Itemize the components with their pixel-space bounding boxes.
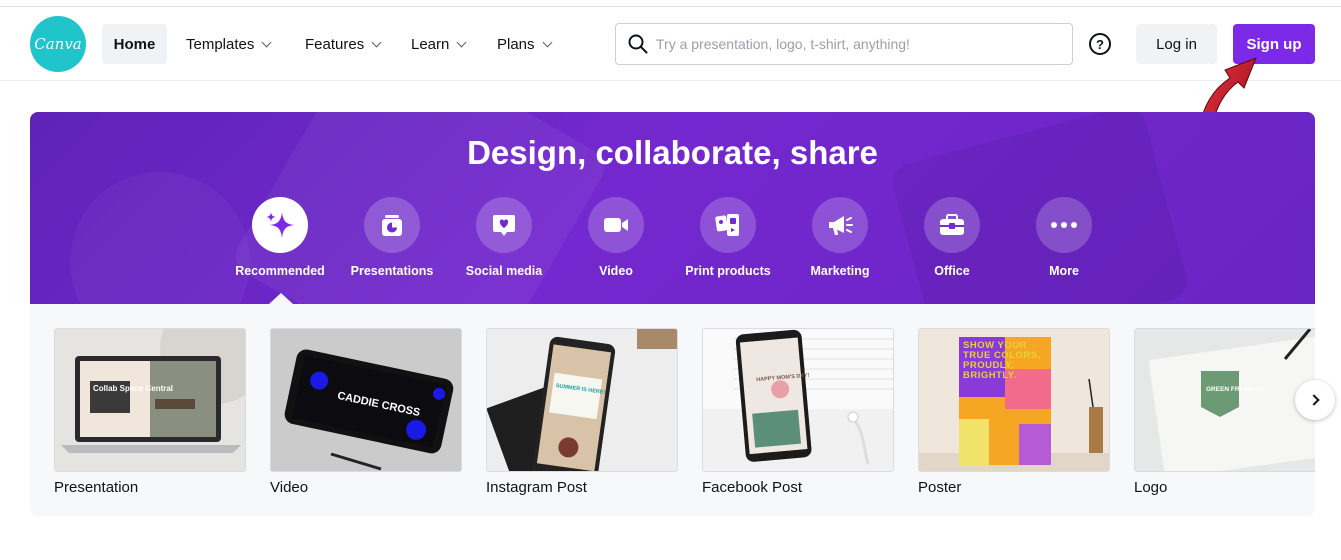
canva-logo[interactable]: Canva [30, 16, 86, 72]
instagram-mockup-image: SUMMER IS HERE! [487, 329, 677, 471]
template-card-video[interactable]: CADDIE CROSS Video [270, 328, 462, 496]
category-label: Recommended [235, 264, 325, 278]
template-label: Video [270, 479, 309, 496]
template-label: Presentation [54, 479, 139, 496]
category-office[interactable]: Office [896, 197, 1008, 278]
print-products-icon [715, 214, 739, 236]
template-thumbnail[interactable]: HAPPY MOM'S DAY! [702, 328, 894, 472]
category-label: Office [934, 264, 970, 278]
chevron-right-icon [1307, 394, 1320, 406]
briefcase-icon [940, 214, 964, 235]
nav-plans-label: Plans [497, 35, 535, 53]
template-card-presentation[interactable]: Collab Space Central Presentation [54, 328, 246, 496]
search-icon [628, 34, 648, 54]
nav-learn[interactable]: Learn [399, 24, 477, 64]
template-label: Instagram Post [486, 479, 587, 496]
category-label: Presentations [350, 264, 434, 278]
chevron-down-icon [542, 37, 552, 47]
hero-title: Design, collaborate, share [467, 134, 878, 171]
presentation-icon [382, 215, 402, 236]
nav-features-label: Features [305, 35, 365, 53]
nav-home-label: Home [113, 35, 156, 53]
category-label: Marketing [810, 264, 870, 278]
category-video[interactable]: Video [560, 197, 672, 278]
template-thumbnail[interactable]: Collab Space Central [54, 328, 246, 472]
search-input[interactable] [656, 36, 1072, 52]
category-label: More [1049, 264, 1079, 278]
nav-features[interactable]: Features [293, 24, 392, 64]
header: Canva Home Templates Features Learn Plan… [0, 7, 1341, 81]
template-card-facebook-post[interactable]: HAPPY MOM'S DAY! Facebook Post [702, 328, 894, 496]
chevron-down-icon [456, 37, 467, 47]
nav-templates-label: Templates [186, 35, 255, 53]
chevron-down-icon [371, 37, 382, 47]
more-dots-icon [1051, 222, 1077, 228]
laptop-mockup-image: Collab Space Central [55, 329, 245, 471]
nav-templates[interactable]: Templates [174, 24, 282, 64]
thumb-text: SHOW YOUR TRUE COLORS, PROUDLY, BRIGHTLY… [963, 341, 1041, 381]
category-label: Print products [685, 264, 771, 278]
logo-text: Canva [34, 35, 82, 53]
category-label: Video [599, 264, 633, 278]
templates-strip: Collab Space Central Presentation CADDIE… [30, 304, 1315, 516]
template-label: Poster [918, 479, 962, 496]
category-marketing[interactable]: Marketing [784, 197, 896, 278]
nav-home[interactable]: Home [102, 24, 167, 64]
logo-mockup-image: GREEN FRESH CO [1135, 329, 1315, 471]
chevron-down-icon [261, 37, 272, 47]
category-label: Social media [465, 264, 543, 278]
question-circle-icon[interactable]: ? [1089, 33, 1111, 55]
facebook-mockup-image: HAPPY MOM'S DAY! [703, 329, 893, 471]
video-camera-icon [604, 218, 628, 232]
search-box[interactable] [615, 23, 1073, 65]
template-label: Logo [1134, 479, 1168, 496]
template-thumbnail[interactable]: SUMMER IS HERE! [486, 328, 678, 472]
template-thumbnail[interactable]: SHOW YOUR TRUE COLORS, PROUDLY, BRIGHTLY… [918, 328, 1110, 472]
thumb-text: GREEN FRESH CO [1206, 386, 1265, 393]
hero-banner: Design, collaborate, share Recommended P… [30, 112, 1315, 304]
category-print-products[interactable]: Print products [672, 197, 784, 278]
heart-message-icon [493, 215, 515, 236]
template-thumbnail[interactable]: GREEN FRESH CO [1134, 328, 1315, 472]
thumb-text: Collab Space Central [93, 384, 173, 393]
template-thumbnail[interactable]: CADDIE CROSS [270, 328, 462, 472]
sparkle-icon [266, 212, 294, 238]
template-label: Facebook Post [702, 479, 803, 496]
poster-mockup-image: SHOW YOUR TRUE COLORS, PROUDLY, BRIGHTLY… [919, 329, 1109, 471]
template-card-logo[interactable]: GREEN FRESH CO Logo [1134, 328, 1315, 496]
template-card-instagram-post[interactable]: SUMMER IS HERE! Instagram Post [486, 328, 678, 496]
category-presentations[interactable]: Presentations [336, 197, 448, 278]
category-more[interactable]: More [1008, 197, 1120, 278]
active-category-pointer [269, 293, 293, 304]
carousel-next-button[interactable] [1295, 380, 1335, 420]
phone-mockup-image: CADDIE CROSS [271, 329, 461, 471]
nav-learn-label: Learn [411, 35, 450, 53]
category-social-media[interactable]: Social media [448, 197, 560, 278]
category-recommended[interactable]: Recommended [224, 197, 336, 278]
template-card-poster[interactable]: SHOW YOUR TRUE COLORS, PROUDLY, BRIGHTLY… [918, 328, 1110, 496]
nav-plans[interactable]: Plans [485, 24, 563, 64]
megaphone-icon [829, 216, 853, 235]
